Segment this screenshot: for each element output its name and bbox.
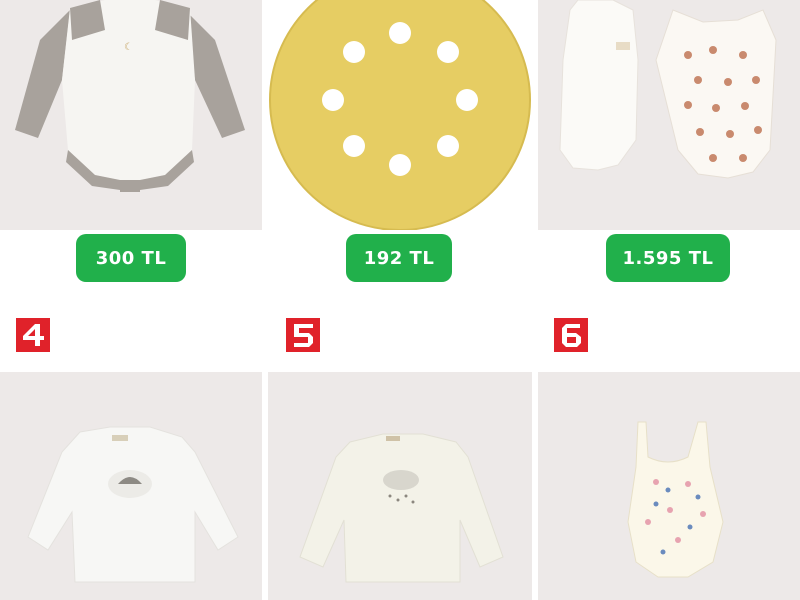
price-badge: 300 TL xyxy=(76,234,186,282)
rank-badge-label: 5 xyxy=(286,318,320,352)
product-image-6[interactable] xyxy=(538,372,800,600)
product-image-3[interactable] xyxy=(538,0,800,230)
product-image-1[interactable]: ☾ xyxy=(0,0,262,230)
rank-badge: 4 xyxy=(16,318,50,352)
svg-text:☾: ☾ xyxy=(124,42,133,53)
rank-badge: 5 xyxy=(286,318,320,352)
price-badge: 192 TL xyxy=(346,234,452,282)
product-image-4[interactable] xyxy=(0,372,262,600)
rank-badge-label: 4 xyxy=(16,318,50,352)
product-image-5[interactable] xyxy=(268,372,532,600)
rank-badge: 6 xyxy=(554,318,588,352)
price-badge: 1.595 TL xyxy=(606,234,730,282)
product-image-2[interactable] xyxy=(268,0,532,230)
rank-badge-label: 6 xyxy=(554,318,588,352)
